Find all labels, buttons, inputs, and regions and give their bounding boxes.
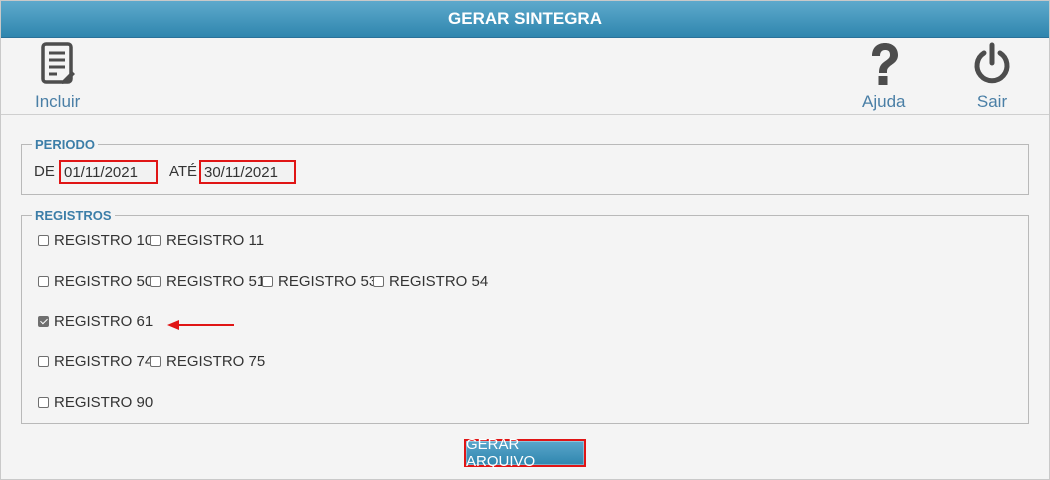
registro-label: REGISTRO 11 xyxy=(166,232,265,249)
checkbox-box[interactable] xyxy=(38,276,49,287)
registro-10-checkbox[interactable]: REGISTRO 10 xyxy=(38,232,153,249)
registro-54-checkbox[interactable]: REGISTRO 54 xyxy=(373,273,488,290)
registro-74-checkbox[interactable]: REGISTRO 74 xyxy=(38,353,153,370)
registro-label: REGISTRO 75 xyxy=(166,353,266,370)
registro-90-checkbox[interactable]: REGISTRO 90 xyxy=(38,394,153,411)
checkbox-box[interactable] xyxy=(262,276,273,287)
date-from-input[interactable] xyxy=(59,160,158,184)
registro-label: REGISTRO 90 xyxy=(54,394,154,411)
checkbox-box[interactable] xyxy=(38,235,49,246)
registro-61-checkbox[interactable]: REGISTRO 61 xyxy=(38,313,153,330)
arrow-left-icon xyxy=(167,318,237,337)
registro-50-checkbox[interactable]: REGISTRO 50 xyxy=(38,273,153,290)
periodo-legend: PERIODO xyxy=(35,137,95,152)
registro-75-checkbox[interactable]: REGISTRO 75 xyxy=(150,353,265,370)
registro-label: REGISTRO 61 xyxy=(54,313,154,330)
registro-label: REGISTRO 51 xyxy=(166,273,266,290)
sintegra-window: GERAR SINTEGRA Incluir Ajuda Sair PERIOD… xyxy=(0,0,1050,480)
date-to-input[interactable] xyxy=(199,160,296,184)
checkbox-box[interactable] xyxy=(150,276,161,287)
power-icon xyxy=(972,42,1012,86)
registro-11-checkbox[interactable]: REGISTRO 11 xyxy=(150,232,264,249)
registro-label: REGISTRO 54 xyxy=(389,273,489,290)
incluir-button[interactable]: Incluir xyxy=(35,42,80,112)
window-title: GERAR SINTEGRA xyxy=(1,1,1049,38)
checkbox-box[interactable] xyxy=(373,276,384,287)
registro-label: REGISTRO 50 xyxy=(54,273,154,290)
document-edit-icon xyxy=(38,42,78,86)
checkbox-box[interactable] xyxy=(150,235,161,246)
ate-label: ATÉ xyxy=(169,163,198,180)
checkbox-box-checked[interactable] xyxy=(38,316,49,327)
checkbox-box[interactable] xyxy=(150,356,161,367)
registro-51-checkbox[interactable]: REGISTRO 51 xyxy=(150,273,265,290)
sair-label: Sair xyxy=(976,92,1008,111)
registro-53-checkbox[interactable]: REGISTRO 53 xyxy=(262,273,377,290)
ajuda-button[interactable]: Ajuda xyxy=(862,42,905,112)
de-label: DE xyxy=(34,163,55,180)
registro-label: REGISTRO 10 xyxy=(54,232,154,249)
checkbox-box[interactable] xyxy=(38,397,49,408)
checkbox-box[interactable] xyxy=(38,356,49,367)
question-mark-icon xyxy=(864,42,904,86)
registro-label: REGISTRO 74 xyxy=(54,353,154,370)
toolbar: Incluir Ajuda Sair xyxy=(1,38,1049,115)
ajuda-label: Ajuda xyxy=(862,92,906,111)
registro-label: REGISTRO 53 xyxy=(278,273,378,290)
registros-legend: REGISTROS xyxy=(35,208,112,223)
incluir-label: Incluir xyxy=(35,92,81,111)
sair-button[interactable]: Sair xyxy=(972,42,1012,112)
gerar-arquivo-button[interactable]: GERAR ARQUIVO xyxy=(464,436,586,470)
